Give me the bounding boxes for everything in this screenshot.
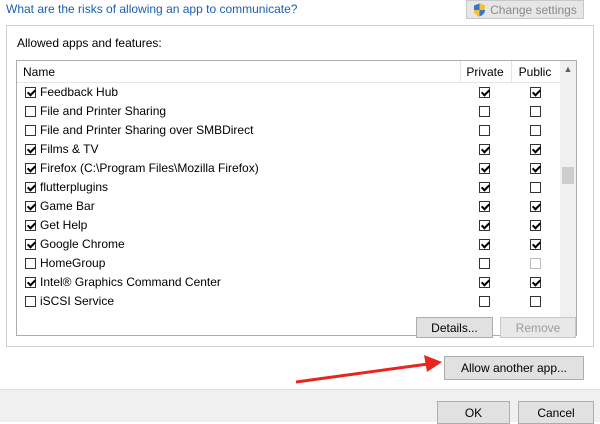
private-checkbox[interactable] <box>479 201 490 212</box>
app-enabled-checkbox[interactable] <box>25 220 36 231</box>
private-checkbox[interactable] <box>479 125 490 136</box>
app-row[interactable]: Intel® Graphics Command Center <box>17 273 560 292</box>
app-name: flutterplugins <box>40 180 109 194</box>
public-checkbox[interactable] <box>530 277 541 288</box>
app-row[interactable]: Feedback Hub <box>17 83 560 102</box>
public-checkbox[interactable] <box>530 239 541 250</box>
private-checkbox[interactable] <box>479 220 490 231</box>
change-settings-button[interactable]: Change settings <box>466 0 584 19</box>
private-checkbox[interactable] <box>479 182 490 193</box>
chevron-up-icon[interactable]: ▲ <box>560 61 576 77</box>
public-checkbox[interactable] <box>530 258 541 269</box>
app-row[interactable]: Get Help <box>17 216 560 235</box>
public-checkbox[interactable] <box>530 87 541 98</box>
private-checkbox[interactable] <box>479 239 490 250</box>
app-enabled-checkbox[interactable] <box>25 182 36 193</box>
app-row[interactable]: File and Printer Sharing over SMBDirect <box>17 121 560 140</box>
scrollbar-thumb[interactable] <box>562 167 574 184</box>
column-divider <box>511 61 512 83</box>
app-enabled-checkbox[interactable] <box>25 106 36 117</box>
app-row[interactable]: iSCSI Service <box>17 292 560 311</box>
app-row[interactable]: File and Printer Sharing <box>17 102 560 121</box>
app-name: Get Help <box>40 218 88 232</box>
app-name: iSCSI Service <box>40 294 115 308</box>
app-name: Game Bar <box>40 199 95 213</box>
private-checkbox[interactable] <box>479 163 490 174</box>
public-checkbox[interactable] <box>530 220 541 231</box>
public-checkbox[interactable] <box>530 296 541 307</box>
private-checkbox[interactable] <box>479 106 490 117</box>
app-row[interactable]: Films & TV <box>17 140 560 159</box>
private-checkbox[interactable] <box>479 87 490 98</box>
app-name: File and Printer Sharing <box>40 104 167 118</box>
app-row[interactable]: Firefox (C:\Program Files\Mozilla Firefo… <box>17 159 560 178</box>
app-enabled-checkbox[interactable] <box>25 277 36 288</box>
uac-shield-icon <box>474 3 486 16</box>
public-checkbox[interactable] <box>530 125 541 136</box>
app-name: Feedback Hub <box>40 85 119 99</box>
allowed-apps-label: Allowed apps and features: <box>17 36 162 50</box>
column-divider <box>460 61 461 83</box>
cancel-button[interactable]: Cancel <box>518 401 594 424</box>
app-enabled-checkbox[interactable] <box>25 239 36 250</box>
app-enabled-checkbox[interactable] <box>25 201 36 212</box>
allowed-apps-list[interactable]: Name Private Public Feedback Hub File and… <box>16 60 577 336</box>
public-checkbox[interactable] <box>530 201 541 212</box>
remove-button[interactable]: Remove <box>500 317 576 338</box>
public-checkbox[interactable] <box>530 106 541 117</box>
app-name: Films & TV <box>40 142 99 156</box>
private-checkbox[interactable] <box>479 296 490 307</box>
app-row[interactable]: HomeGroup <box>17 254 560 273</box>
public-checkbox[interactable] <box>530 182 541 193</box>
app-name: Intel® Graphics Command Center <box>40 275 221 289</box>
app-enabled-checkbox[interactable] <box>25 258 36 269</box>
column-header-public[interactable]: Public <box>517 61 553 83</box>
app-enabled-checkbox[interactable] <box>25 296 36 307</box>
private-checkbox[interactable] <box>479 277 490 288</box>
vertical-scrollbar[interactable]: ▲ ▼ <box>560 61 576 335</box>
risks-link[interactable]: What are the risks of allowing an app to… <box>6 2 297 16</box>
list-header: Name Private Public <box>17 61 560 83</box>
app-name: File and Printer Sharing over SMBDirect <box>40 123 254 137</box>
app-enabled-checkbox[interactable] <box>25 87 36 98</box>
public-checkbox[interactable] <box>530 163 541 174</box>
column-header-private[interactable]: Private <box>466 61 504 83</box>
allowed-apps-group: Allowed apps and features: Name Private … <box>6 25 594 347</box>
app-rows: Feedback Hub File and Printer Sharing File… <box>17 83 560 311</box>
details-button[interactable]: Details... <box>416 317 493 338</box>
app-name: Firefox (C:\Program Files\Mozilla Firefo… <box>40 161 259 175</box>
private-checkbox[interactable] <box>479 258 490 269</box>
app-name: Google Chrome <box>40 237 125 251</box>
app-enabled-checkbox[interactable] <box>25 163 36 174</box>
app-row[interactable]: Game Bar <box>17 197 560 216</box>
private-checkbox[interactable] <box>479 144 490 155</box>
app-name: HomeGroup <box>40 256 106 270</box>
dialog-footer: OK Cancel <box>0 389 600 424</box>
allow-another-app-button[interactable]: Allow another app... <box>444 356 584 380</box>
app-enabled-checkbox[interactable] <box>25 144 36 155</box>
app-row[interactable]: Google Chrome <box>17 235 560 254</box>
public-checkbox[interactable] <box>530 144 541 155</box>
column-header-name[interactable]: Name <box>23 61 55 83</box>
app-enabled-checkbox[interactable] <box>25 125 36 136</box>
change-settings-label: Change settings <box>490 2 577 17</box>
app-row[interactable]: flutterplugins <box>17 178 560 197</box>
ok-button[interactable]: OK <box>437 401 510 424</box>
